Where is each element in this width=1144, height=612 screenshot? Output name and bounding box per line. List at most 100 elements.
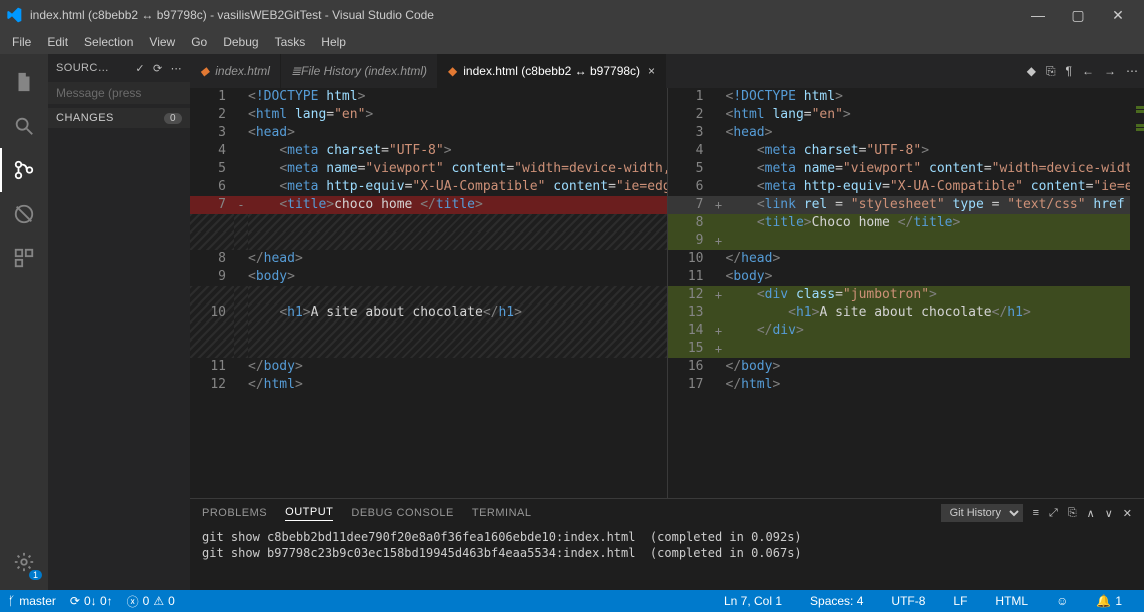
open-icon[interactable]: ⎘	[1068, 507, 1077, 520]
panel-tab-debug-console[interactable]: DEBUG CONSOLE	[351, 507, 453, 519]
code-row[interactable]: 5 <meta name="viewport" content="width=d…	[668, 160, 1144, 178]
code-row[interactable]: 7- <title>choco home </title>	[190, 196, 667, 214]
code-row[interactable]	[190, 322, 667, 340]
diff-pane-left[interactable]: 1<!DOCTYPE html>2<html lang="en">3<head>…	[190, 88, 668, 498]
code-row[interactable]: 1<!DOCTYPE html>	[668, 88, 1144, 106]
code-row[interactable]: 12+ <div class="jumbotron">	[668, 286, 1144, 304]
code-row[interactable]: 11</body>	[190, 358, 667, 376]
code-row[interactable]: 9+	[668, 232, 1144, 250]
scm-icon[interactable]	[0, 148, 48, 192]
status-lncol[interactable]: Ln 7, Col 1	[724, 594, 782, 608]
commit-icon[interactable]: ✓	[135, 62, 145, 75]
chevron-up-icon[interactable]: ∧	[1087, 507, 1095, 520]
search-icon[interactable]	[0, 104, 48, 148]
code-row[interactable]: 16</body>	[668, 358, 1144, 376]
next-diff-icon[interactable]: →	[1104, 64, 1116, 78]
code-row[interactable]: 7+ <link rel = "stylesheet" type = "text…	[668, 196, 1144, 214]
code-row[interactable]: 5 <meta name="viewport" content="width=d…	[190, 160, 667, 178]
diff-whitespace-icon[interactable]: ◆	[1027, 64, 1036, 78]
editor-tab-2[interactable]: ◆index.html (c8bebb2 ↔ b97798c)×	[438, 54, 666, 88]
status-branch[interactable]: ᚶ master	[8, 594, 56, 608]
close-button[interactable]: ✕	[1098, 7, 1138, 24]
clear-icon[interactable]: ≡	[1033, 507, 1039, 519]
statusbar: ᚶ master ⟳ 0↓ 0↑ ⓧ 0 ⚠ 0 Ln 7, Col 1 Spa…	[0, 590, 1144, 612]
section-count: 0	[164, 113, 182, 124]
code-row[interactable]: 2<html lang="en">	[668, 106, 1144, 124]
panel-tab-output[interactable]: OUTPUT	[285, 506, 333, 521]
code-row[interactable]: 6 <meta http-equiv="X-UA-Compatible" con…	[668, 178, 1144, 196]
sidebar-title: SOURC…	[56, 62, 135, 74]
minimap[interactable]	[1130, 88, 1144, 498]
menu-selection[interactable]: Selection	[76, 33, 141, 51]
code-row[interactable]: 3<head>	[190, 124, 667, 142]
minimize-button[interactable]: —	[1018, 7, 1058, 24]
code-row[interactable]: 11<body>	[668, 268, 1144, 286]
code-row[interactable]: 4 <meta charset="UTF-8">	[190, 142, 667, 160]
code-row[interactable]: 8</head>	[190, 250, 667, 268]
code-row[interactable]: 3<head>	[668, 124, 1144, 142]
section-label: CHANGES	[56, 112, 114, 124]
code-row[interactable]: 15+	[668, 340, 1144, 358]
code-row[interactable]	[190, 340, 667, 358]
code-row[interactable]: 10 <h1>A site about chocolate</h1>	[190, 304, 667, 322]
panel-tab-terminal[interactable]: TERMINAL	[472, 507, 532, 519]
code-row[interactable]: 14+ </div>	[668, 322, 1144, 340]
code-row[interactable]: 1<!DOCTYPE html>	[190, 88, 667, 106]
more-icon[interactable]: ⋯	[1126, 64, 1138, 78]
toggle-whitespace-icon[interactable]: ¶	[1066, 64, 1072, 78]
code-row[interactable]: 9<body>	[190, 268, 667, 286]
extensions-icon[interactable]	[0, 236, 48, 280]
settings-icon[interactable]: 1	[0, 540, 48, 584]
prev-diff-icon[interactable]: ←	[1082, 64, 1094, 78]
code-row[interactable]: 10</head>	[668, 250, 1144, 268]
debug-icon[interactable]	[0, 192, 48, 236]
status-sync[interactable]: ⟳ 0↓ 0↑	[70, 594, 113, 608]
menu-go[interactable]: Go	[183, 33, 215, 51]
sidebar: SOURC… ✓ ⟳ ⋯ Message (press CHANGES 0	[48, 54, 190, 590]
close-icon[interactable]: ✕	[1123, 507, 1132, 520]
menu-view[interactable]: View	[141, 33, 183, 51]
status-errors[interactable]: ⓧ 0 ⚠ 0	[127, 593, 175, 610]
commit-message-input[interactable]: Message (press	[48, 82, 190, 104]
open-file-icon[interactable]: ⎘	[1046, 64, 1056, 79]
menu-edit[interactable]: Edit	[39, 33, 76, 51]
status-spaces[interactable]: Spaces: 4	[810, 594, 863, 608]
code-row[interactable]: 4 <meta charset="UTF-8">	[668, 142, 1144, 160]
menu-file[interactable]: File	[4, 33, 39, 51]
code-row[interactable]: 17</html>	[668, 376, 1144, 394]
status-eol[interactable]: LF	[953, 594, 967, 608]
code-row[interactable]: 2<html lang="en">	[190, 106, 667, 124]
status-notifications[interactable]: 🔔 1	[1096, 594, 1122, 608]
status-encoding[interactable]: UTF-8	[891, 594, 925, 608]
panel-tab-problems[interactable]: PROBLEMS	[202, 507, 267, 519]
titlebar: index.html (c8bebb2 ↔ b97798c) - vasilis…	[0, 0, 1144, 30]
code-row[interactable]: 13 <h1>A site about chocolate</h1>	[668, 304, 1144, 322]
code-row[interactable]: 12</html>	[190, 376, 667, 394]
chevron-down-icon[interactable]: ∨	[1105, 507, 1113, 520]
bottom-panel: PROBLEMS OUTPUT DEBUG CONSOLE TERMINAL Git H…	[190, 498, 1144, 590]
lock-icon[interactable]: ⤢	[1049, 507, 1058, 520]
status-lang[interactable]: HTML	[995, 594, 1028, 608]
menubar: FileEditSelectionViewGoDebugTasksHelp	[0, 30, 1144, 54]
settings-badge: 1	[29, 570, 42, 580]
close-icon[interactable]: ×	[648, 64, 655, 78]
menu-help[interactable]: Help	[313, 33, 354, 51]
output-channel-select[interactable]: Git History	[941, 504, 1023, 522]
panel-output[interactable]: git show c8bebb2bd11dee790f20e8a0f36fea1…	[190, 527, 1144, 590]
code-row[interactable]	[190, 214, 667, 232]
sidebar-section-changes[interactable]: CHANGES 0	[48, 108, 190, 128]
maximize-button[interactable]: ▢	[1058, 7, 1098, 24]
menu-debug[interactable]: Debug	[215, 33, 266, 51]
code-row[interactable]	[190, 232, 667, 250]
menu-tasks[interactable]: Tasks	[267, 33, 314, 51]
refresh-icon[interactable]: ⟳	[153, 62, 163, 75]
code-row[interactable]	[190, 286, 667, 304]
more-icon[interactable]: ⋯	[171, 62, 182, 75]
status-feedback[interactable]: ☺	[1056, 594, 1068, 608]
editor-tab-0[interactable]: ◆index.html	[190, 54, 281, 88]
explorer-icon[interactable]	[0, 60, 48, 104]
editor-tab-1[interactable]: ≣ File History (index.html)	[281, 54, 438, 88]
code-row[interactable]: 8 <title>Choco home </title>	[668, 214, 1144, 232]
code-row[interactable]: 6 <meta http-equiv="X-UA-Compatible" con…	[190, 178, 667, 196]
diff-pane-right[interactable]: 1<!DOCTYPE html>2<html lang="en">3<head>…	[668, 88, 1144, 498]
